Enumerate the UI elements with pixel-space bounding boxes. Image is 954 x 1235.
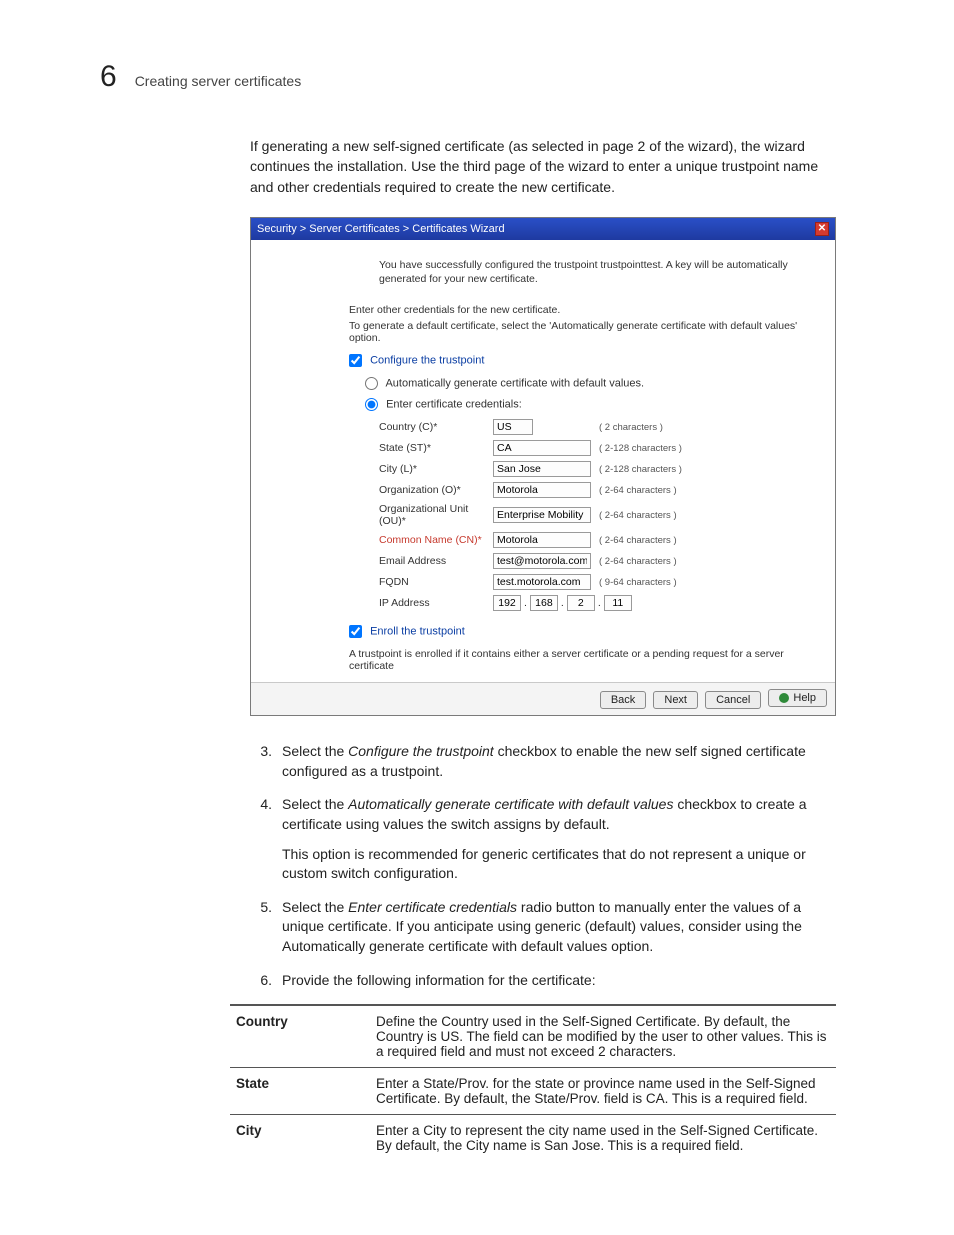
step-4: 4. Select the Automatically generate cer…: [250, 795, 834, 883]
ou-input[interactable]: [493, 507, 591, 523]
enroll-note: A trustpoint is enrolled if it contains …: [349, 648, 817, 672]
step-6: 6. Provide the following information for…: [250, 971, 834, 991]
city-input[interactable]: [493, 461, 591, 477]
wizard-instruction-1: Enter other credentials for the new cert…: [349, 304, 817, 316]
enroll-trustpoint-checkbox[interactable]: [349, 625, 362, 638]
email-hint: ( 2-64 characters ): [599, 556, 817, 567]
step-3-emphasis: Configure the trustpoint: [348, 743, 494, 759]
ou-label: Organizational Unit (OU)*: [379, 503, 487, 527]
email-input[interactable]: [493, 553, 591, 569]
city-label: City (L)*: [379, 463, 487, 475]
ip-octet-2[interactable]: [530, 595, 558, 611]
certificate-fields-table: Country Define the Country used in the S…: [230, 1004, 836, 1161]
table-key: State: [230, 1068, 370, 1115]
help-icon: [779, 693, 789, 703]
next-button[interactable]: Next: [653, 691, 698, 709]
configure-trustpoint-label: Configure the trustpoint: [370, 355, 484, 367]
cn-input[interactable]: [493, 532, 591, 548]
table-value: Enter a State/Prov. for the state or pro…: [370, 1068, 836, 1115]
cn-hint: ( 2-64 characters ): [599, 535, 817, 546]
email-label: Email Address: [379, 555, 487, 567]
fqdn-hint: ( 9-64 characters ): [599, 577, 817, 588]
enter-credentials-label: Enter certificate credentials:: [386, 399, 522, 411]
close-icon[interactable]: ✕: [815, 222, 829, 236]
table-key: Country: [230, 1005, 370, 1068]
table-value: Define the Country used in the Self-Sign…: [370, 1005, 836, 1068]
step-5: 5. Select the Enter certificate credenti…: [250, 898, 834, 957]
certificates-wizard-dialog: Security > Server Certificates > Certifi…: [250, 217, 836, 716]
wizard-titlebar: Security > Server Certificates > Certifi…: [251, 218, 835, 240]
wizard-title-text: Security > Server Certificates > Certifi…: [257, 223, 505, 235]
step-4-text-pre: Select the: [282, 796, 348, 812]
step-3-text-pre: Select the: [282, 743, 348, 759]
intro-paragraph: If generating a new self-signed certific…: [250, 136, 834, 197]
page-header: 6 Creating server certificates: [100, 60, 834, 94]
table-row: Country Define the Country used in the S…: [230, 1005, 836, 1068]
step-5-text-pre: Select the: [282, 899, 348, 915]
wizard-footer: Back Next Cancel Help: [251, 682, 835, 715]
country-hint: ( 2 characters ): [599, 422, 817, 433]
step-5-emphasis: Enter certificate credentials: [348, 899, 517, 915]
country-input[interactable]: [493, 419, 533, 435]
table-key: City: [230, 1115, 370, 1162]
wizard-success-message: You have successfully configured the tru…: [379, 258, 817, 286]
city-hint: ( 2-128 characters ): [599, 464, 817, 475]
step-3: 3. Select the Configure the trustpoint c…: [250, 742, 834, 781]
configure-trustpoint-checkbox[interactable]: [349, 354, 362, 367]
step-6-text: Provide the following information for th…: [282, 971, 834, 991]
ou-hint: ( 2-64 characters ): [599, 510, 817, 521]
step-4-subpara: This option is recommended for generic c…: [282, 845, 834, 884]
ip-octet-1[interactable]: [493, 595, 521, 611]
table-value: Enter a City to represent the city name …: [370, 1115, 836, 1162]
state-input[interactable]: [493, 440, 591, 456]
cn-label: Common Name (CN)*: [379, 534, 487, 546]
fqdn-label: FQDN: [379, 576, 487, 588]
org-input[interactable]: [493, 482, 591, 498]
state-hint: ( 2-128 characters ): [599, 443, 817, 454]
chapter-number: 6: [100, 60, 117, 94]
table-row: City Enter a City to represent the city …: [230, 1115, 836, 1162]
enroll-trustpoint-label: Enroll the trustpoint: [370, 626, 465, 638]
wizard-instruction-2: To generate a default certificate, selec…: [349, 320, 817, 344]
step-4-emphasis: Automatically generate certificate with …: [348, 796, 673, 812]
ip-octet-3[interactable]: [567, 595, 595, 611]
ip-octet-4[interactable]: [604, 595, 632, 611]
cancel-button[interactable]: Cancel: [705, 691, 761, 709]
state-label: State (ST)*: [379, 442, 487, 454]
chapter-title: Creating server certificates: [135, 73, 302, 89]
auto-generate-label: Automatically generate certificate with …: [385, 378, 644, 390]
org-hint: ( 2-64 characters ): [599, 485, 817, 496]
fqdn-input[interactable]: [493, 574, 591, 590]
country-label: Country (C)*: [379, 421, 487, 433]
ip-label: IP Address: [379, 597, 487, 609]
org-label: Organization (O)*: [379, 484, 487, 496]
enter-credentials-radio[interactable]: [365, 398, 378, 411]
help-button[interactable]: Help: [768, 689, 827, 707]
back-button[interactable]: Back: [600, 691, 646, 709]
help-button-label: Help: [793, 692, 816, 704]
auto-generate-radio[interactable]: [365, 377, 378, 390]
table-row: State Enter a State/Prov. for the state …: [230, 1068, 836, 1115]
